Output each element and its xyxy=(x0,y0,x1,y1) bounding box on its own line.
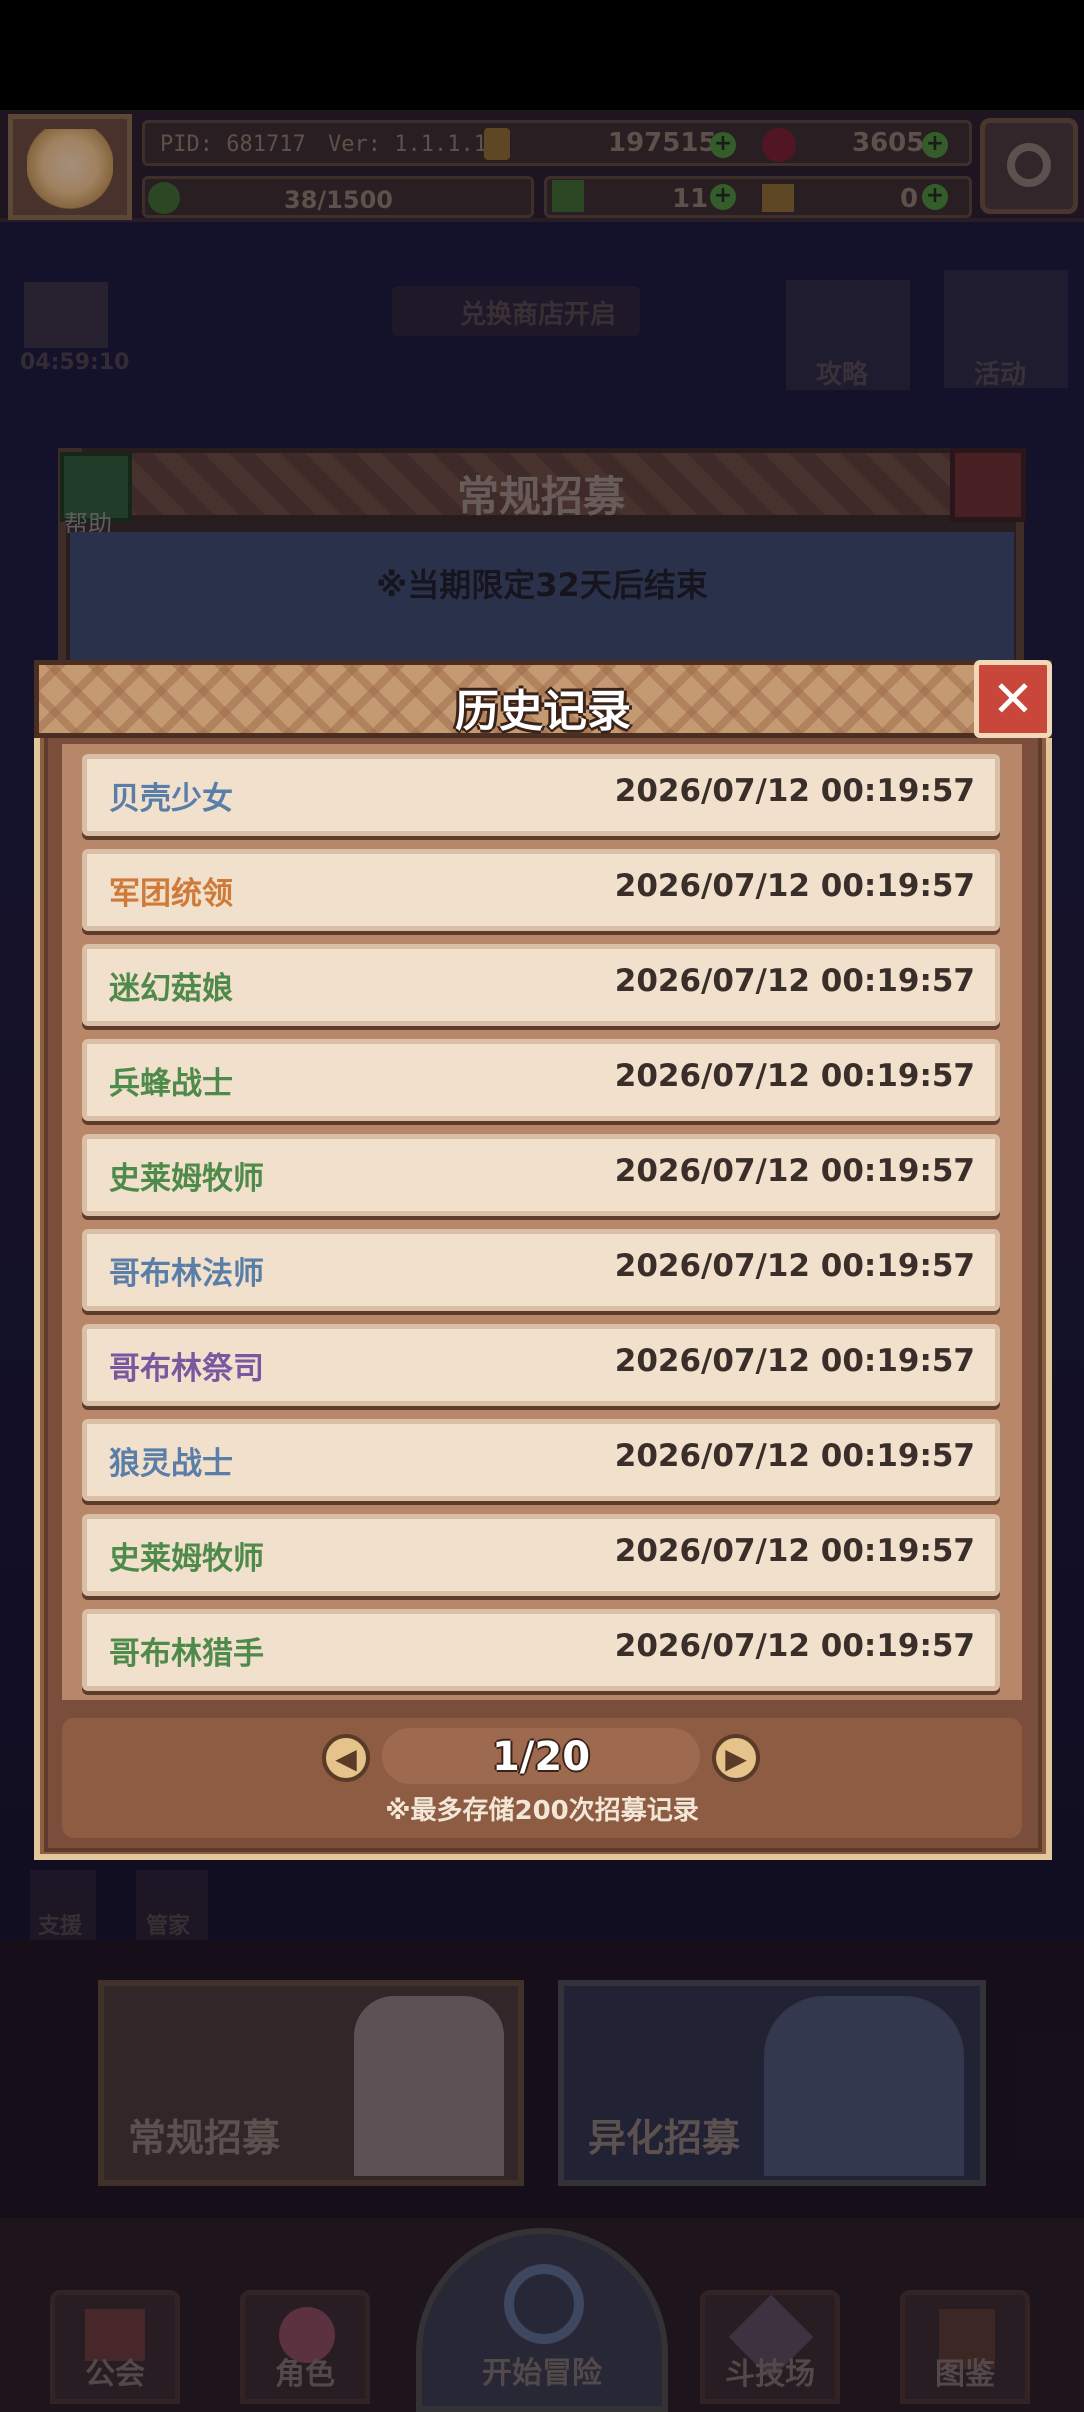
record-character-name: 贝壳少女 xyxy=(109,781,233,817)
storage-note: ※最多存储200次招募记录 xyxy=(385,1796,699,1826)
history-close-button[interactable]: ✕ xyxy=(974,660,1052,738)
history-record: 兵蜂战士 2026/07/12 00:19:57 xyxy=(82,1039,1000,1121)
history-record: 贝壳少女 2026/07/12 00:19:57 xyxy=(82,754,1000,836)
chevron-right-icon: ▶ xyxy=(725,1742,747,1775)
history-record: 哥布林法师 2026/07/12 00:19:57 xyxy=(82,1229,1000,1311)
record-timestamp: 2026/07/12 00:19:57 xyxy=(614,1058,975,1094)
next-page-button[interactable]: ▶ xyxy=(712,1734,760,1782)
history-title: 历史记录 xyxy=(455,686,631,737)
record-character-name: 史莱姆牧师 xyxy=(109,1161,264,1197)
page-number: 1/20 xyxy=(491,1734,591,1780)
record-character-name: 哥布林法师 xyxy=(109,1256,264,1292)
record-timestamp: 2026/07/12 00:19:57 xyxy=(614,1343,975,1379)
record-character-name: 哥布林猎手 xyxy=(109,1636,264,1672)
record-character-name: 军团统领 xyxy=(109,876,233,912)
record-timestamp: 2026/07/12 00:19:57 xyxy=(614,1153,975,1189)
record-timestamp: 2026/07/12 00:19:57 xyxy=(614,773,975,809)
record-character-name: 狼灵战士 xyxy=(109,1446,233,1482)
record-timestamp: 2026/07/12 00:19:57 xyxy=(614,1628,975,1664)
record-timestamp: 2026/07/12 00:19:57 xyxy=(614,1248,975,1284)
record-timestamp: 2026/07/12 00:19:57 xyxy=(614,868,975,904)
history-record: 史莱姆牧师 2026/07/12 00:19:57 xyxy=(82,1134,1000,1216)
record-character-name: 兵蜂战士 xyxy=(109,1066,233,1102)
record-timestamp: 2026/07/12 00:19:57 xyxy=(614,1438,975,1474)
history-record: 哥布林猎手 2026/07/12 00:19:57 xyxy=(82,1609,1000,1691)
record-timestamp: 2026/07/12 00:19:57 xyxy=(614,963,975,999)
history-record: 史莱姆牧师 2026/07/12 00:19:57 xyxy=(82,1514,1000,1596)
page-indicator: 1/20 xyxy=(382,1728,700,1784)
close-icon: ✕ xyxy=(992,670,1034,728)
history-record: 迷幻菇娘 2026/07/12 00:19:57 xyxy=(82,944,1000,1026)
record-character-name: 哥布林祭司 xyxy=(109,1351,264,1387)
prev-page-button[interactable]: ◀ xyxy=(322,1734,370,1782)
chevron-left-icon: ◀ xyxy=(335,1742,357,1775)
record-character-name: 迷幻菇娘 xyxy=(109,971,233,1007)
history-header: 历史记录 xyxy=(34,660,1052,738)
record-timestamp: 2026/07/12 00:19:57 xyxy=(614,1533,975,1569)
history-record: 狼灵战士 2026/07/12 00:19:57 xyxy=(82,1419,1000,1501)
record-character-name: 史莱姆牧师 xyxy=(109,1541,264,1577)
history-record: 哥布林祭司 2026/07/12 00:19:57 xyxy=(82,1324,1000,1406)
history-record: 军团统领 2026/07/12 00:19:57 xyxy=(82,849,1000,931)
